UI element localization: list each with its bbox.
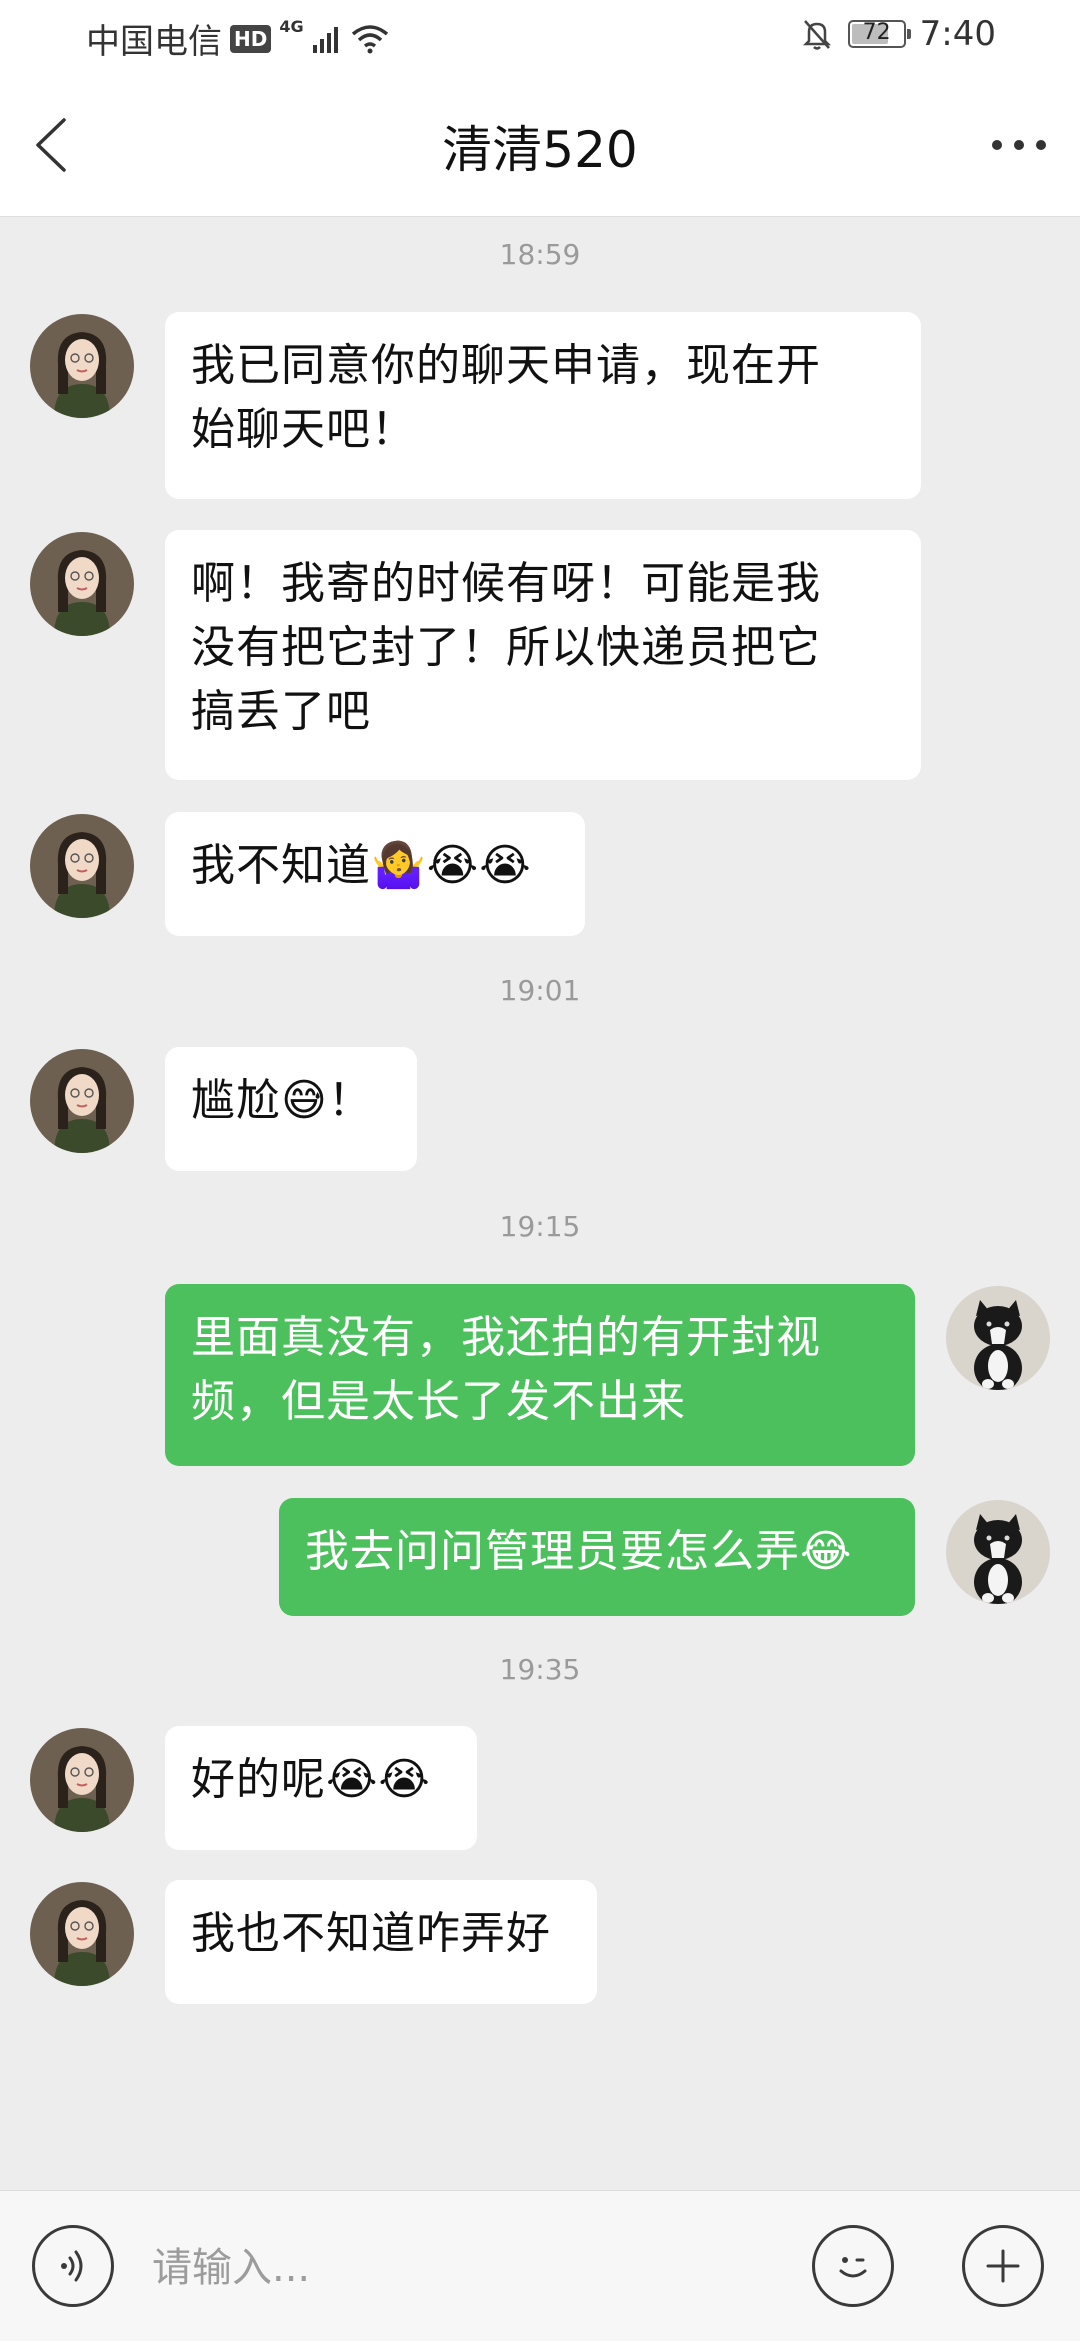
more-button[interactable] — [984, 110, 1054, 180]
message-bubble[interactable]: 好的呢😭😭 — [165, 1726, 477, 1850]
emoji-icon — [839, 2257, 867, 2278]
input-bar — [0, 2190, 1080, 2341]
message-row-incoming: 好的呢😭😭 — [0, 1726, 1080, 1850]
more-dots-icon — [992, 140, 1046, 150]
message-bubble[interactable]: 啊！我寄的时候有呀！可能是我 没有把它封了！所以快递员把它 搞丢了吧 — [165, 530, 921, 780]
timestamp: 18:59 — [499, 238, 581, 271]
message-list[interactable]: 18:59 我已同意你的聊天申请，现在开 始聊天吧！ 啊！我寄的时候有呀！可能是… — [0, 216, 1080, 2190]
battery-indicator: 72 — [847, 20, 911, 48]
woman-avatar-icon — [30, 814, 134, 918]
hd-badge: HD — [230, 24, 272, 53]
my-avatar[interactable] — [946, 1286, 1050, 1390]
contact-avatar[interactable] — [30, 1882, 134, 1986]
woman-avatar-icon — [30, 1882, 134, 1986]
message-bubble[interactable]: 尴尬😅！ — [165, 1047, 417, 1171]
message-bubble[interactable]: 我已同意你的聊天申请，现在开 始聊天吧！ — [165, 312, 921, 499]
message-row-outgoing: 里面真没有，我还拍的有开封视 频，但是太长了发不出来 — [0, 1284, 1080, 1466]
contact-avatar[interactable] — [30, 314, 134, 418]
message-bubble[interactable]: 我也不知道咋弄好 — [165, 1880, 597, 2004]
chat-header: 清清520 — [0, 74, 1080, 217]
message-input[interactable] — [150, 2227, 794, 2309]
chat-title: 清清520 — [442, 121, 638, 179]
contact-avatar[interactable] — [30, 1728, 134, 1832]
cat-avatar-icon — [946, 1286, 1050, 1390]
clock: 7:40 — [919, 14, 996, 54]
timestamp: 19:01 — [499, 974, 581, 1007]
voice-button[interactable] — [32, 2225, 114, 2307]
timestamp: 19:15 — [499, 1210, 581, 1243]
message-row-incoming: 我已同意你的聊天申请，现在开 始聊天吧！ — [0, 312, 1080, 502]
message-bubble-outgoing[interactable]: 里面真没有，我还拍的有开封视 频，但是太长了发不出来 — [165, 1284, 915, 1466]
message-row-incoming: 尴尬😅！ — [0, 1047, 1080, 1171]
cat-avatar-icon — [946, 1500, 1050, 1604]
status-right: 72 7:40 — [800, 14, 996, 54]
voice-icon — [61, 2250, 83, 2282]
wifi-icon — [351, 24, 388, 53]
contact-avatar[interactable] — [30, 1049, 134, 1153]
network-type-label: 4G — [279, 17, 304, 36]
woman-avatar-icon — [30, 314, 134, 418]
status-bar: 中国电信 HD 4G 72 7:40 — [0, 0, 1080, 74]
woman-avatar-icon — [30, 1049, 134, 1153]
timestamp: 19:35 — [499, 1653, 581, 1686]
message-bubble-outgoing[interactable]: 我去问问管理员要怎么弄😂 — [279, 1498, 915, 1616]
my-avatar[interactable] — [946, 1500, 1050, 1604]
message-row-incoming: 我也不知道咋弄好 — [0, 1880, 1080, 2004]
signal-icon — [312, 26, 338, 53]
emoji-button[interactable] — [812, 2225, 894, 2307]
add-button[interactable] — [962, 2225, 1044, 2307]
woman-avatar-icon — [30, 1728, 134, 1832]
battery-level: 72 — [862, 20, 891, 45]
plus-icon — [986, 2249, 1020, 2283]
battery-cap — [906, 29, 911, 39]
status-left: 中国电信 HD 4G — [86, 14, 390, 63]
message-bubble[interactable]: 我不知道🤷‍♀️😭😭 — [165, 812, 585, 936]
message-row-outgoing: 我去问问管理员要怎么弄😂 — [0, 1498, 1080, 1616]
mute-bell-icon — [802, 20, 831, 50]
carrier-label: 中国电信 — [86, 22, 222, 62]
message-row-incoming: 啊！我寄的时候有呀！可能是我 没有把它封了！所以快递员把它 搞丢了吧 — [0, 530, 1080, 780]
woman-avatar-icon — [30, 532, 134, 636]
contact-avatar[interactable] — [30, 814, 134, 918]
contact-avatar[interactable] — [30, 532, 134, 636]
message-row-incoming: 我不知道🤷‍♀️😭😭 — [0, 812, 1080, 936]
